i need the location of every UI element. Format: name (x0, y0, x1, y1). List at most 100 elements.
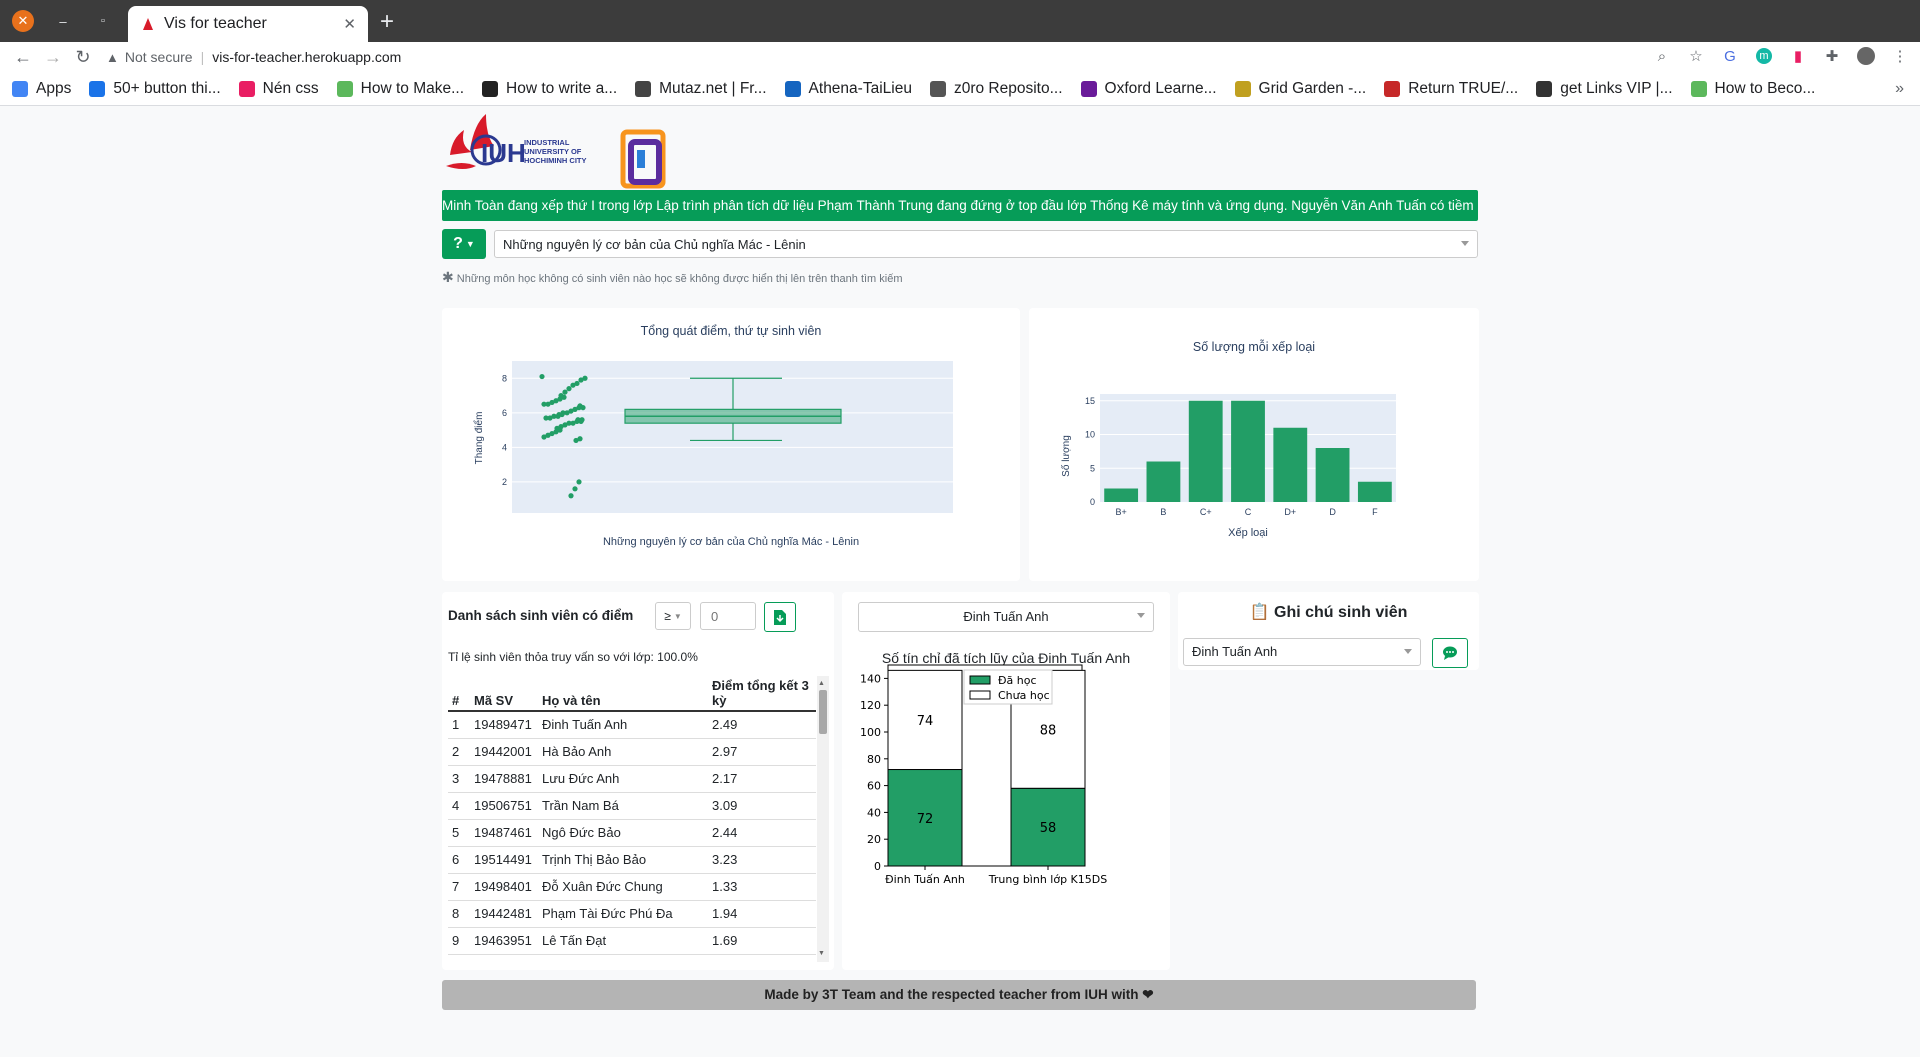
notes-student-select[interactable]: Đinh Tuấn Anh (1183, 638, 1421, 666)
table-cell: 2.17 (708, 765, 816, 793)
bookmark-label: Apps (36, 79, 72, 97)
table-cell: 2.97 (708, 738, 816, 766)
course-select[interactable]: Những nguyên lý cơ bản của Chủ nghĩa Mác… (494, 230, 1478, 258)
menu-kebab-icon[interactable]: ⋮ (1890, 46, 1910, 66)
bookmark-item[interactable]: How to Make... (336, 80, 464, 98)
comment-icon (1443, 646, 1457, 660)
table-row[interactable]: 1 19489471 Đinh Tuấn Anh 2.49 (448, 711, 816, 739)
url-field[interactable]: ▲ Not secure | vis-for-teacher.herokuapp… (106, 49, 401, 65)
table-cell: 19478881 (470, 765, 538, 793)
bookmark-item[interactable]: 50+ button thi... (89, 80, 221, 98)
bookmark-item[interactable]: z0ro Reposito... (929, 80, 1063, 98)
bookmark-favicon-icon (89, 80, 106, 97)
new-tab-icon[interactable]: + (380, 8, 394, 36)
forward-icon[interactable]: → (38, 47, 68, 68)
bookmark-item[interactable]: Mutaz.net | Fr... (635, 80, 767, 98)
bookmark-item[interactable]: How to Beco... (1690, 79, 1816, 98)
legend-label: Chưa học (998, 689, 1050, 702)
puzzle-extension-icon[interactable]: ✚ (1822, 46, 1842, 66)
chevron-down-icon (1404, 649, 1412, 654)
zoom-icon[interactable]: ⌕ (1652, 46, 1672, 66)
reload-icon[interactable]: ↻ (68, 47, 98, 68)
scrollbar-thumb[interactable] (819, 690, 827, 734)
bar (1146, 461, 1181, 502)
help-dropdown-button[interactable]: ? ▼ (442, 229, 486, 259)
table-cell: 4 (448, 792, 470, 820)
address-bar: ← → ↻ ▲ Not secure | vis-for-teacher.her… (0, 42, 1920, 72)
logo-line-3: HOCHIMINH CITY (524, 156, 587, 165)
color-extension-icon[interactable]: ▮ (1788, 46, 1808, 66)
table-cell: 19489471 (470, 711, 538, 739)
bookmark-item[interactable]: Grid Garden -... (1234, 79, 1367, 98)
scroll-up-icon[interactable]: ▲ (818, 680, 825, 687)
minimize-window-icon[interactable]: – (52, 10, 74, 32)
star-icon[interactable]: ☆ (1686, 46, 1706, 66)
maximize-window-icon[interactable]: ▫ (92, 10, 114, 32)
legend-swatch (969, 675, 991, 685)
help-label: ? (453, 235, 463, 252)
m-extension-icon[interactable]: m (1754, 46, 1774, 66)
bookmark-label: Athena-TaiLieu (808, 79, 912, 97)
student-list-card: Danh sách sinh viên có điểm ≥▼ Tỉ lệ sin… (442, 592, 834, 970)
table-cell: Trần Nam Bá (538, 792, 708, 820)
table-row[interactable]: 5 19487461 Ngô Đức Bảo 2.44 (448, 819, 816, 847)
browser-tab[interactable]: Vis for teacher ✕ (128, 6, 368, 42)
operator-value: ≥ (664, 609, 671, 623)
note-text: Những môn học không có sinh viên nào học… (456, 273, 903, 285)
data-point (539, 373, 545, 380)
table-header-cell[interactable]: Điểm tổng kết 3 kỳ (708, 676, 816, 712)
comment-button[interactable] (1432, 638, 1468, 668)
bookmark-item[interactable]: Return TRUE/... (1384, 80, 1518, 98)
table-cell: 3.23 (708, 846, 816, 874)
table-header-cell[interactable]: Mã SV (470, 676, 538, 712)
scroll-down-icon[interactable]: ▼ (818, 950, 825, 957)
grade-bar-chart: 0 5 10 15 B+ B C+ C D+ D F Xếp loại Số lượng (1060, 394, 1396, 539)
profile-avatar[interactable] (1856, 46, 1876, 66)
table-row[interactable]: 8 19442481 Phạm Tài Đức Phú Đa 1.94 (448, 900, 816, 928)
data-point (570, 382, 576, 388)
table-cell: Trịnh Thị Bảo Bảo (538, 846, 708, 874)
table-cell: 2.49 (708, 711, 816, 739)
table-scrollbar[interactable]: ▲ ▼ (817, 676, 829, 962)
operator-select[interactable]: ≥ ▼ (655, 602, 691, 630)
bookmark-label: Grid Garden -... (1258, 79, 1367, 97)
bookmark-label: How to Beco... (1714, 79, 1816, 97)
legend-swatch (969, 690, 991, 700)
table-header-cell[interactable]: Họ và tên (538, 676, 708, 712)
bookmark-item[interactable]: Athena-TaiLieu (784, 79, 912, 98)
table-row[interactable]: 6 19514491 Trịnh Thị Bảo Bảo 3.23 (448, 846, 816, 874)
logo-row: IUH INDUSTRIAL UNIVERSITY OF HOCHIMINH C… (442, 106, 1478, 190)
export-button[interactable] (764, 602, 796, 632)
warning-icon: ▲ (106, 49, 119, 65)
table-header-cell[interactable]: # (448, 676, 470, 712)
table-row[interactable]: 2 19442001 Hà Bảo Anh 2.97 (448, 738, 816, 766)
table-row[interactable]: 3 19478881 Lưu Đức Anh 2.17 (448, 765, 816, 793)
y-tick-label: 20 (867, 833, 881, 846)
close-window-icon[interactable]: ✕ (12, 10, 34, 32)
bookmark-item[interactable]: How to write a... (482, 80, 617, 98)
table-cell: 6 (448, 846, 470, 874)
table-row[interactable]: 9 19463951 Lê Tấn Đạt 1.69 (448, 927, 816, 955)
bookmark-item[interactable]: get Links VIP |... (1536, 80, 1673, 98)
student-table-wrap: # Mã SV Họ và tên Điểm tổng kết 3 kỳ 1 19489… (448, 676, 816, 962)
close-tab-icon[interactable]: ✕ (343, 15, 356, 33)
table-cell: 1.69 (708, 927, 816, 955)
y-tick-label: 15 (1085, 396, 1095, 406)
iuh-logo: IUH INDUSTRIAL UNIVERSITY OF HOCHIMINH C… (446, 114, 587, 169)
table-header-row: # Mã SV Họ và tên Điểm tổng kết 3 kỳ (448, 676, 816, 712)
bookmark-item[interactable]: Apps (12, 80, 71, 98)
table-row[interactable]: 7 19498401 Đỗ Xuân Đức Chung 1.33 (448, 873, 816, 901)
back-icon[interactable]: ← (8, 47, 38, 68)
threshold-input[interactable] (700, 602, 756, 630)
more-bookmarks-icon[interactable]: » (1895, 80, 1904, 98)
translate-extension-icon[interactable]: G (1720, 46, 1740, 66)
course-select-row: ? ▼ Những nguyên lý cơ bản của Chủ nghĩa … (442, 229, 1478, 259)
table-row[interactable]: 4 19506751 Trần Nam Bá 3.09 (448, 792, 816, 820)
page-container: IUH INDUSTRIAL UNIVERSITY OF HOCHIMINH C… (442, 106, 1478, 286)
bookmark-item[interactable]: Nén css (238, 80, 319, 98)
data-point (541, 401, 547, 407)
bookmark-item[interactable]: Oxford Learne... (1080, 80, 1217, 98)
footer: Made by 3T Team and the respected teache… (442, 980, 1476, 1010)
table-cell: Lưu Đức Anh (538, 765, 708, 793)
data-point (562, 389, 568, 395)
